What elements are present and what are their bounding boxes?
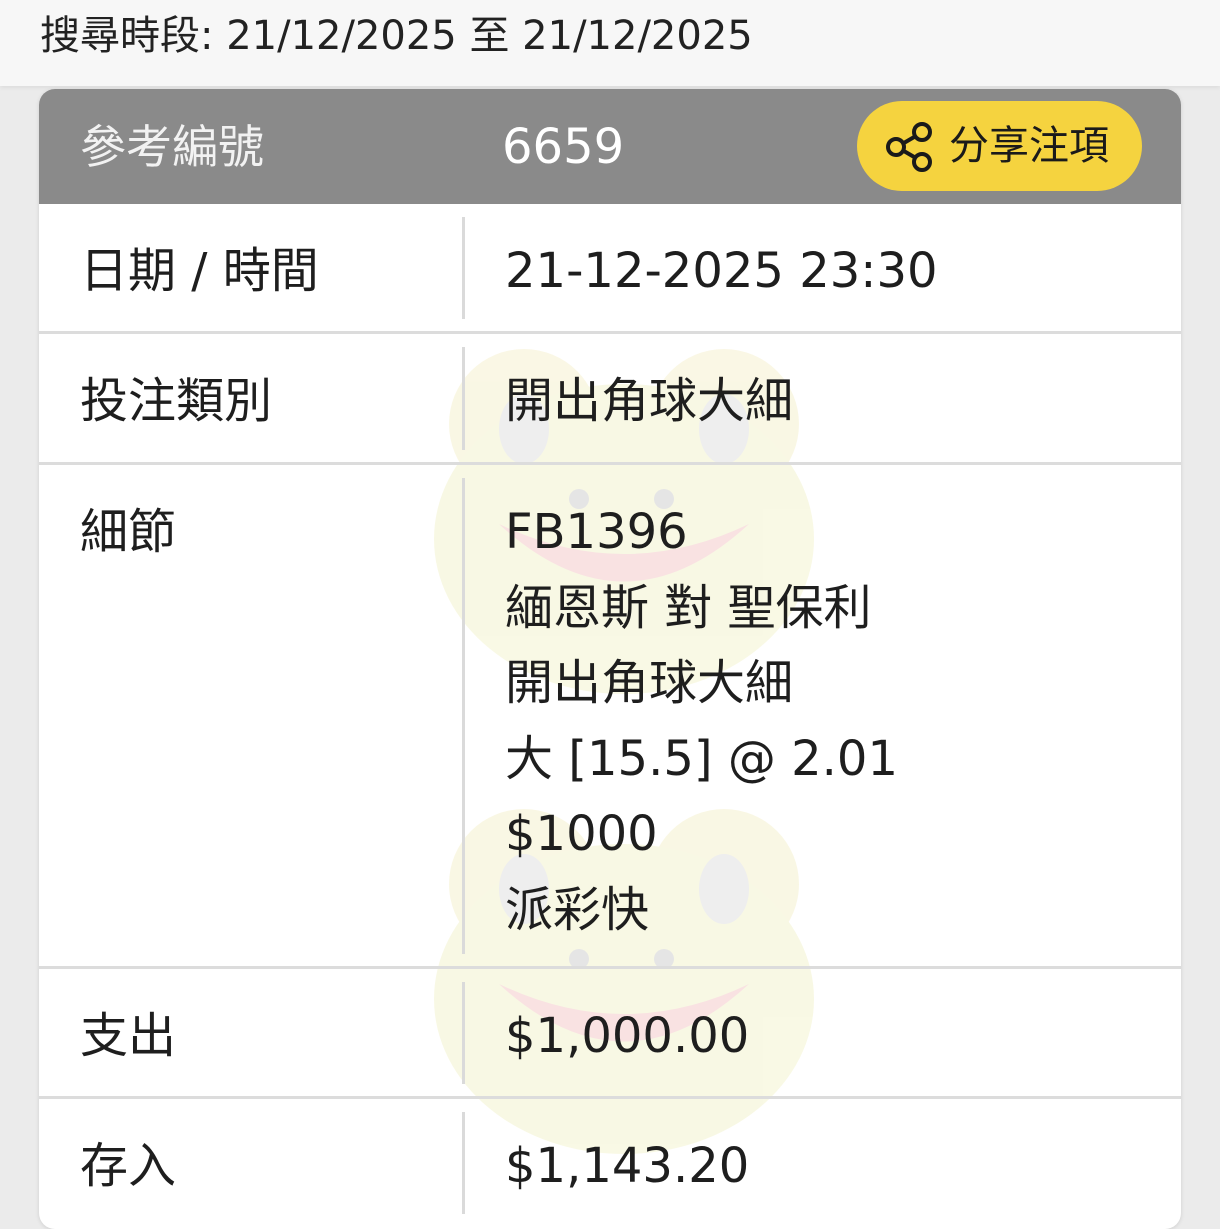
deposit-value: $1,143.20 (505, 1138, 750, 1194)
bet-stake: $1000 (505, 806, 658, 863)
datetime-value: 21-12-2025 23:30 (505, 243, 938, 299)
match-teams: 緬恩斯 對 聖保利 (505, 579, 872, 636)
column-divider (462, 217, 465, 319)
expense-label: 支出 (80, 1008, 177, 1064)
deposit-row: 存入 $1,143.20 (39, 1099, 1181, 1229)
reference-label: 參考編號 (80, 120, 264, 174)
match-code: FB1396 (505, 504, 688, 560)
reference-number: 6659 (502, 119, 625, 175)
search-period-bar: 搜尋時段: 21/12/2025 至 21/12/2025 (0, 0, 1220, 86)
datetime-row: 日期 / 時間 21-12-2025 23:30 (39, 204, 1181, 334)
expense-value: $1,000.00 (505, 1008, 750, 1064)
share-icon (886, 122, 932, 172)
bet-selection: 大 [15.5] @ 2.01 (505, 730, 898, 787)
column-divider (462, 347, 465, 450)
details-label: 細節 (80, 504, 177, 560)
datetime-label: 日期 / 時間 (80, 243, 319, 299)
bet-type-row: 投注類別 開出角球大細 (39, 334, 1181, 465)
details-value: FB1396 緬恩斯 對 聖保利 開出角球大細 大 [15.5] @ 2.01 … (505, 505, 898, 959)
payout-type: 派彩快 (505, 881, 650, 938)
share-button-label: 分享注項 (949, 123, 1109, 169)
column-divider (462, 478, 465, 954)
bet-detail-card: 參考編號 6659 分享注項 日期 / 時間 21-12-2025 23:30 … (39, 89, 1181, 1229)
expense-row: 支出 $1,000.00 (39, 969, 1181, 1099)
search-period-text: 搜尋時段: 21/12/2025 至 21/12/2025 (40, 13, 753, 59)
column-divider (462, 982, 465, 1084)
column-divider (462, 1112, 465, 1214)
bet-market: 開出角球大細 (505, 655, 794, 712)
details-row: 細節 FB1396 緬恩斯 對 聖保利 開出角球大細 大 [15.5] @ 2.… (39, 465, 1181, 969)
card-header: 參考編號 6659 分享注項 (39, 89, 1181, 204)
deposit-label: 存入 (80, 1138, 177, 1194)
bet-type-label: 投注類別 (80, 373, 273, 429)
share-bet-button[interactable]: 分享注項 (857, 101, 1142, 191)
bet-type-value: 開出角球大細 (505, 373, 794, 429)
